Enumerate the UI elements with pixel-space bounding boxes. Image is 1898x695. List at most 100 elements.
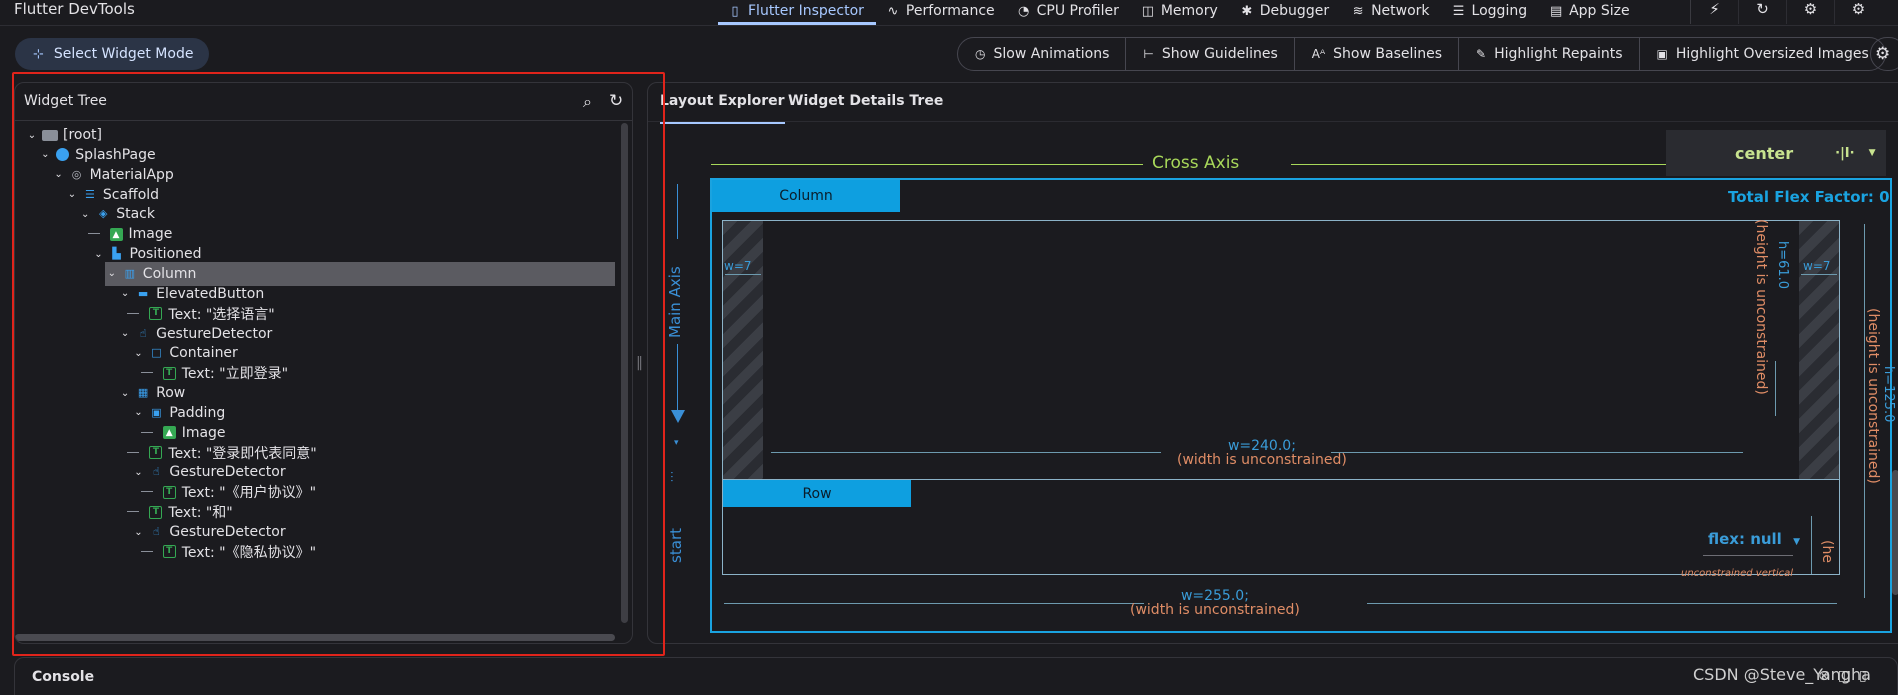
- w255-unconstrained: (width is unconstrained): [1130, 602, 1300, 618]
- tab-label: CPU Profiler: [1036, 3, 1119, 19]
- tree-vertical-scrollbar[interactable]: [621, 123, 628, 623]
- chevron-down-icon[interactable]: ⌄: [131, 467, 145, 478]
- tab-performance[interactable]: ∿ Performance: [876, 0, 1007, 22]
- cross-axis-alignment-dropdown[interactable]: center ·|I· ▼: [1666, 130, 1886, 176]
- widget-icon: T: [162, 545, 176, 559]
- layout-vertical-scrollbar[interactable]: [1892, 470, 1898, 595]
- tree-horizontal-scrollbar[interactable]: [15, 634, 615, 641]
- widget-icon: ☝: [153, 525, 160, 538]
- toggle-slow-animations[interactable]: ◷ Slow Animations: [958, 38, 1125, 70]
- tree-row-label: GestureDetector: [169, 524, 286, 540]
- chevron-down-icon[interactable]: ⌄: [118, 388, 132, 399]
- chevron-down-icon[interactable]: ⌄: [131, 527, 145, 538]
- toggle-label: Highlight Repaints: [1494, 46, 1623, 62]
- chevron-down-icon[interactable]: ⌄: [38, 149, 52, 160]
- chevron-down-icon[interactable]: ⌄: [92, 249, 106, 260]
- toggle-icon: Aᴬ: [1311, 47, 1326, 61]
- widget-icon: ▦: [137, 386, 149, 400]
- top-bar: Flutter DevTools ▯ Flutter Inspector ∿ Perf…: [0, 0, 1898, 26]
- widget-icon: ▙: [112, 247, 121, 261]
- toggle-highlight-oversized-images[interactable]: ▣ Highlight Oversized Images: [1638, 38, 1885, 70]
- toggle-icon: ▣: [1656, 47, 1668, 61]
- row-height-line: [1811, 516, 1812, 574]
- inspector-toggles: ◷ Slow Animations ⊢ Show Guidelines Aᴬ Show B…: [957, 37, 1886, 71]
- main-axis-alignment-dropdown[interactable]: start: [667, 528, 685, 563]
- tab-label: Memory: [1160, 3, 1218, 19]
- align-center-icon: ·|I·: [1835, 145, 1855, 161]
- tab-memory[interactable]: ◫ Memory: [1131, 0, 1230, 22]
- widget-icon: ▲: [109, 227, 123, 241]
- toggle-icon: ✎: [1476, 47, 1487, 61]
- cross-axis-alignment-value: center: [1735, 143, 1794, 163]
- row-label[interactable]: Row: [723, 480, 911, 507]
- tab-icon: ✱: [1241, 3, 1253, 19]
- tree-row-label: Image: [181, 424, 226, 441]
- toggle-highlight-repaints[interactable]: ✎ Highlight Repaints: [1458, 38, 1638, 70]
- console-action-icons[interactable]: ⊗◫▯: [1818, 668, 1875, 684]
- tree-row-label: Padding: [169, 404, 226, 421]
- tree-guide-line: [140, 431, 153, 433]
- chevron-down-icon[interactable]: ⌄: [105, 268, 119, 279]
- widget-icon: ☝: [139, 326, 147, 340]
- widget-icon: T: [149, 505, 163, 519]
- tab-layout-explorer[interactable]: Layout Explorer: [660, 93, 785, 124]
- tab-app-size[interactable]: ▤ App Size: [1539, 0, 1642, 22]
- tab-logging[interactable]: ☰ Logging: [1442, 0, 1540, 22]
- tab-widget-details-tree[interactable]: Widget Details Tree: [788, 93, 943, 109]
- chevron-down-icon[interactable]: ▾: [674, 438, 679, 448]
- tab-network[interactable]: ≋ Network: [1341, 0, 1441, 22]
- h61-line: [1775, 361, 1776, 416]
- details-panel: Layout Explorer Widget Details Tree Cros…: [647, 82, 1898, 644]
- tab-flutter-inspector[interactable]: ▯ Flutter Inspector: [718, 0, 876, 25]
- w255-label: w=255.0;: [1180, 588, 1249, 604]
- tree-guide-line: [140, 372, 153, 374]
- flex-dropdown[interactable]: flex: null ▼: [1708, 530, 1800, 548]
- tab-label: Flutter Inspector: [748, 3, 864, 19]
- toggle-label: Highlight Oversized Images: [1675, 46, 1869, 62]
- chevron-down-icon[interactable]: ⌄: [65, 189, 79, 200]
- widget-icon: T: [162, 485, 176, 499]
- chevron-down-icon[interactable]: ⌄: [52, 169, 66, 180]
- tab-cpu-profiler[interactable]: ◔ CPU Profiler: [1007, 0, 1131, 22]
- main-axis-label: Main Axis: [666, 266, 684, 338]
- inspector-settings-icon[interactable]: ⚙: [1870, 37, 1898, 71]
- console-panel[interactable]: Console: [14, 657, 1898, 695]
- toggle-label: Slow Animations: [993, 46, 1110, 62]
- chevron-down-icon[interactable]: ⌄: [131, 407, 145, 418]
- select-widget-mode-label: Select Widget Mode: [53, 46, 194, 62]
- widget-icon: ☰: [84, 187, 95, 201]
- chevron-down-icon[interactable]: ⌄: [131, 348, 145, 359]
- toggle-label: Show Guidelines: [1161, 46, 1278, 62]
- tree-guide-line: [87, 233, 100, 235]
- column-child-box[interactable]: w=7 w=7 (height is unconstrained) h=61.0…: [722, 219, 1840, 480]
- tree-row-label: Container: [169, 345, 238, 362]
- extensions-icon[interactable]: ⚙: [1834, 0, 1882, 24]
- toggle-show-baselines[interactable]: Aᴬ Show Baselines: [1293, 38, 1458, 70]
- cross-axis-label: Cross Axis: [1152, 153, 1240, 173]
- refresh-icon[interactable]: ↻: [609, 91, 623, 111]
- chevron-down-icon[interactable]: ⌄: [25, 130, 39, 141]
- hot-reload-icon[interactable]: ⚡: [1690, 0, 1738, 24]
- chevron-down-icon[interactable]: ⌄: [118, 328, 132, 339]
- hot-restart-icon[interactable]: ↻: [1738, 0, 1786, 24]
- app-title: Flutter DevTools: [14, 0, 135, 18]
- w7-right-line: [1801, 274, 1837, 275]
- search-icon[interactable]: ⌕: [583, 92, 592, 112]
- height-unconstrained-inner: (height is unconstrained): [1753, 219, 1769, 395]
- w240-unconstrained: (width is unconstrained): [1177, 452, 1347, 468]
- tree-row[interactable]: T Text: "《隐私协议》": [145, 540, 316, 564]
- column-label[interactable]: Column: [712, 180, 900, 212]
- select-widget-mode-button[interactable]: ⊹ Select Widget Mode: [15, 38, 210, 70]
- tree-row-label: Image: [128, 226, 173, 243]
- settings-icon[interactable]: ⚙: [1786, 0, 1834, 24]
- chevron-down-icon[interactable]: ⌄: [78, 209, 92, 220]
- column-layout-box: Column Total Flex Factor: 0 w=7 w=7 (hei…: [710, 178, 1898, 633]
- toggle-show-guidelines[interactable]: ⊢ Show Guidelines: [1125, 38, 1293, 70]
- row-child-box[interactable]: Row flex: null ▼ unconstrained vertical …: [722, 480, 1840, 579]
- panel-splitter-handle[interactable]: ‖: [636, 355, 643, 375]
- tab-debugger[interactable]: ✱ Debugger: [1230, 0, 1341, 22]
- chevron-down-icon[interactable]: ⌄: [118, 288, 132, 299]
- widget-icon: ◈: [98, 207, 108, 221]
- tree-guide-line: [127, 312, 140, 314]
- tab-label: Debugger: [1259, 3, 1330, 19]
